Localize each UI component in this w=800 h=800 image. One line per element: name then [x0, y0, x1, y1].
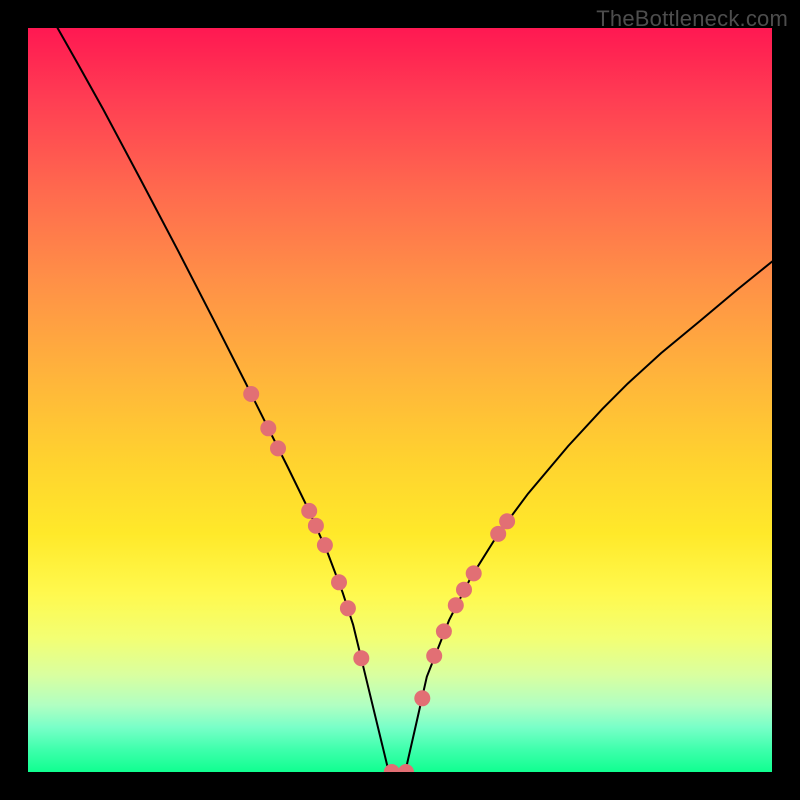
- marker-dot: [436, 623, 452, 639]
- marker-dot: [499, 513, 515, 529]
- marker-dot: [301, 503, 317, 519]
- marker-dot: [317, 537, 333, 553]
- marker-dot: [466, 565, 482, 581]
- marker-dot: [448, 597, 464, 613]
- marker-dots: [243, 386, 515, 772]
- plot-area: [28, 28, 772, 772]
- marker-dot: [260, 420, 276, 436]
- marker-dot: [243, 386, 259, 402]
- marker-dot: [270, 440, 286, 456]
- marker-dot: [331, 574, 347, 590]
- plot-overlay: [28, 28, 772, 772]
- marker-dot: [426, 648, 442, 664]
- marker-dot: [353, 650, 369, 666]
- marker-dot: [308, 518, 324, 534]
- marker-dot: [414, 690, 430, 706]
- marker-dot: [340, 600, 356, 616]
- marker-dot: [456, 582, 472, 598]
- marker-dot: [398, 764, 414, 772]
- chart-stage: TheBottleneck.com: [0, 0, 800, 800]
- bottleneck-curve: [28, 28, 772, 772]
